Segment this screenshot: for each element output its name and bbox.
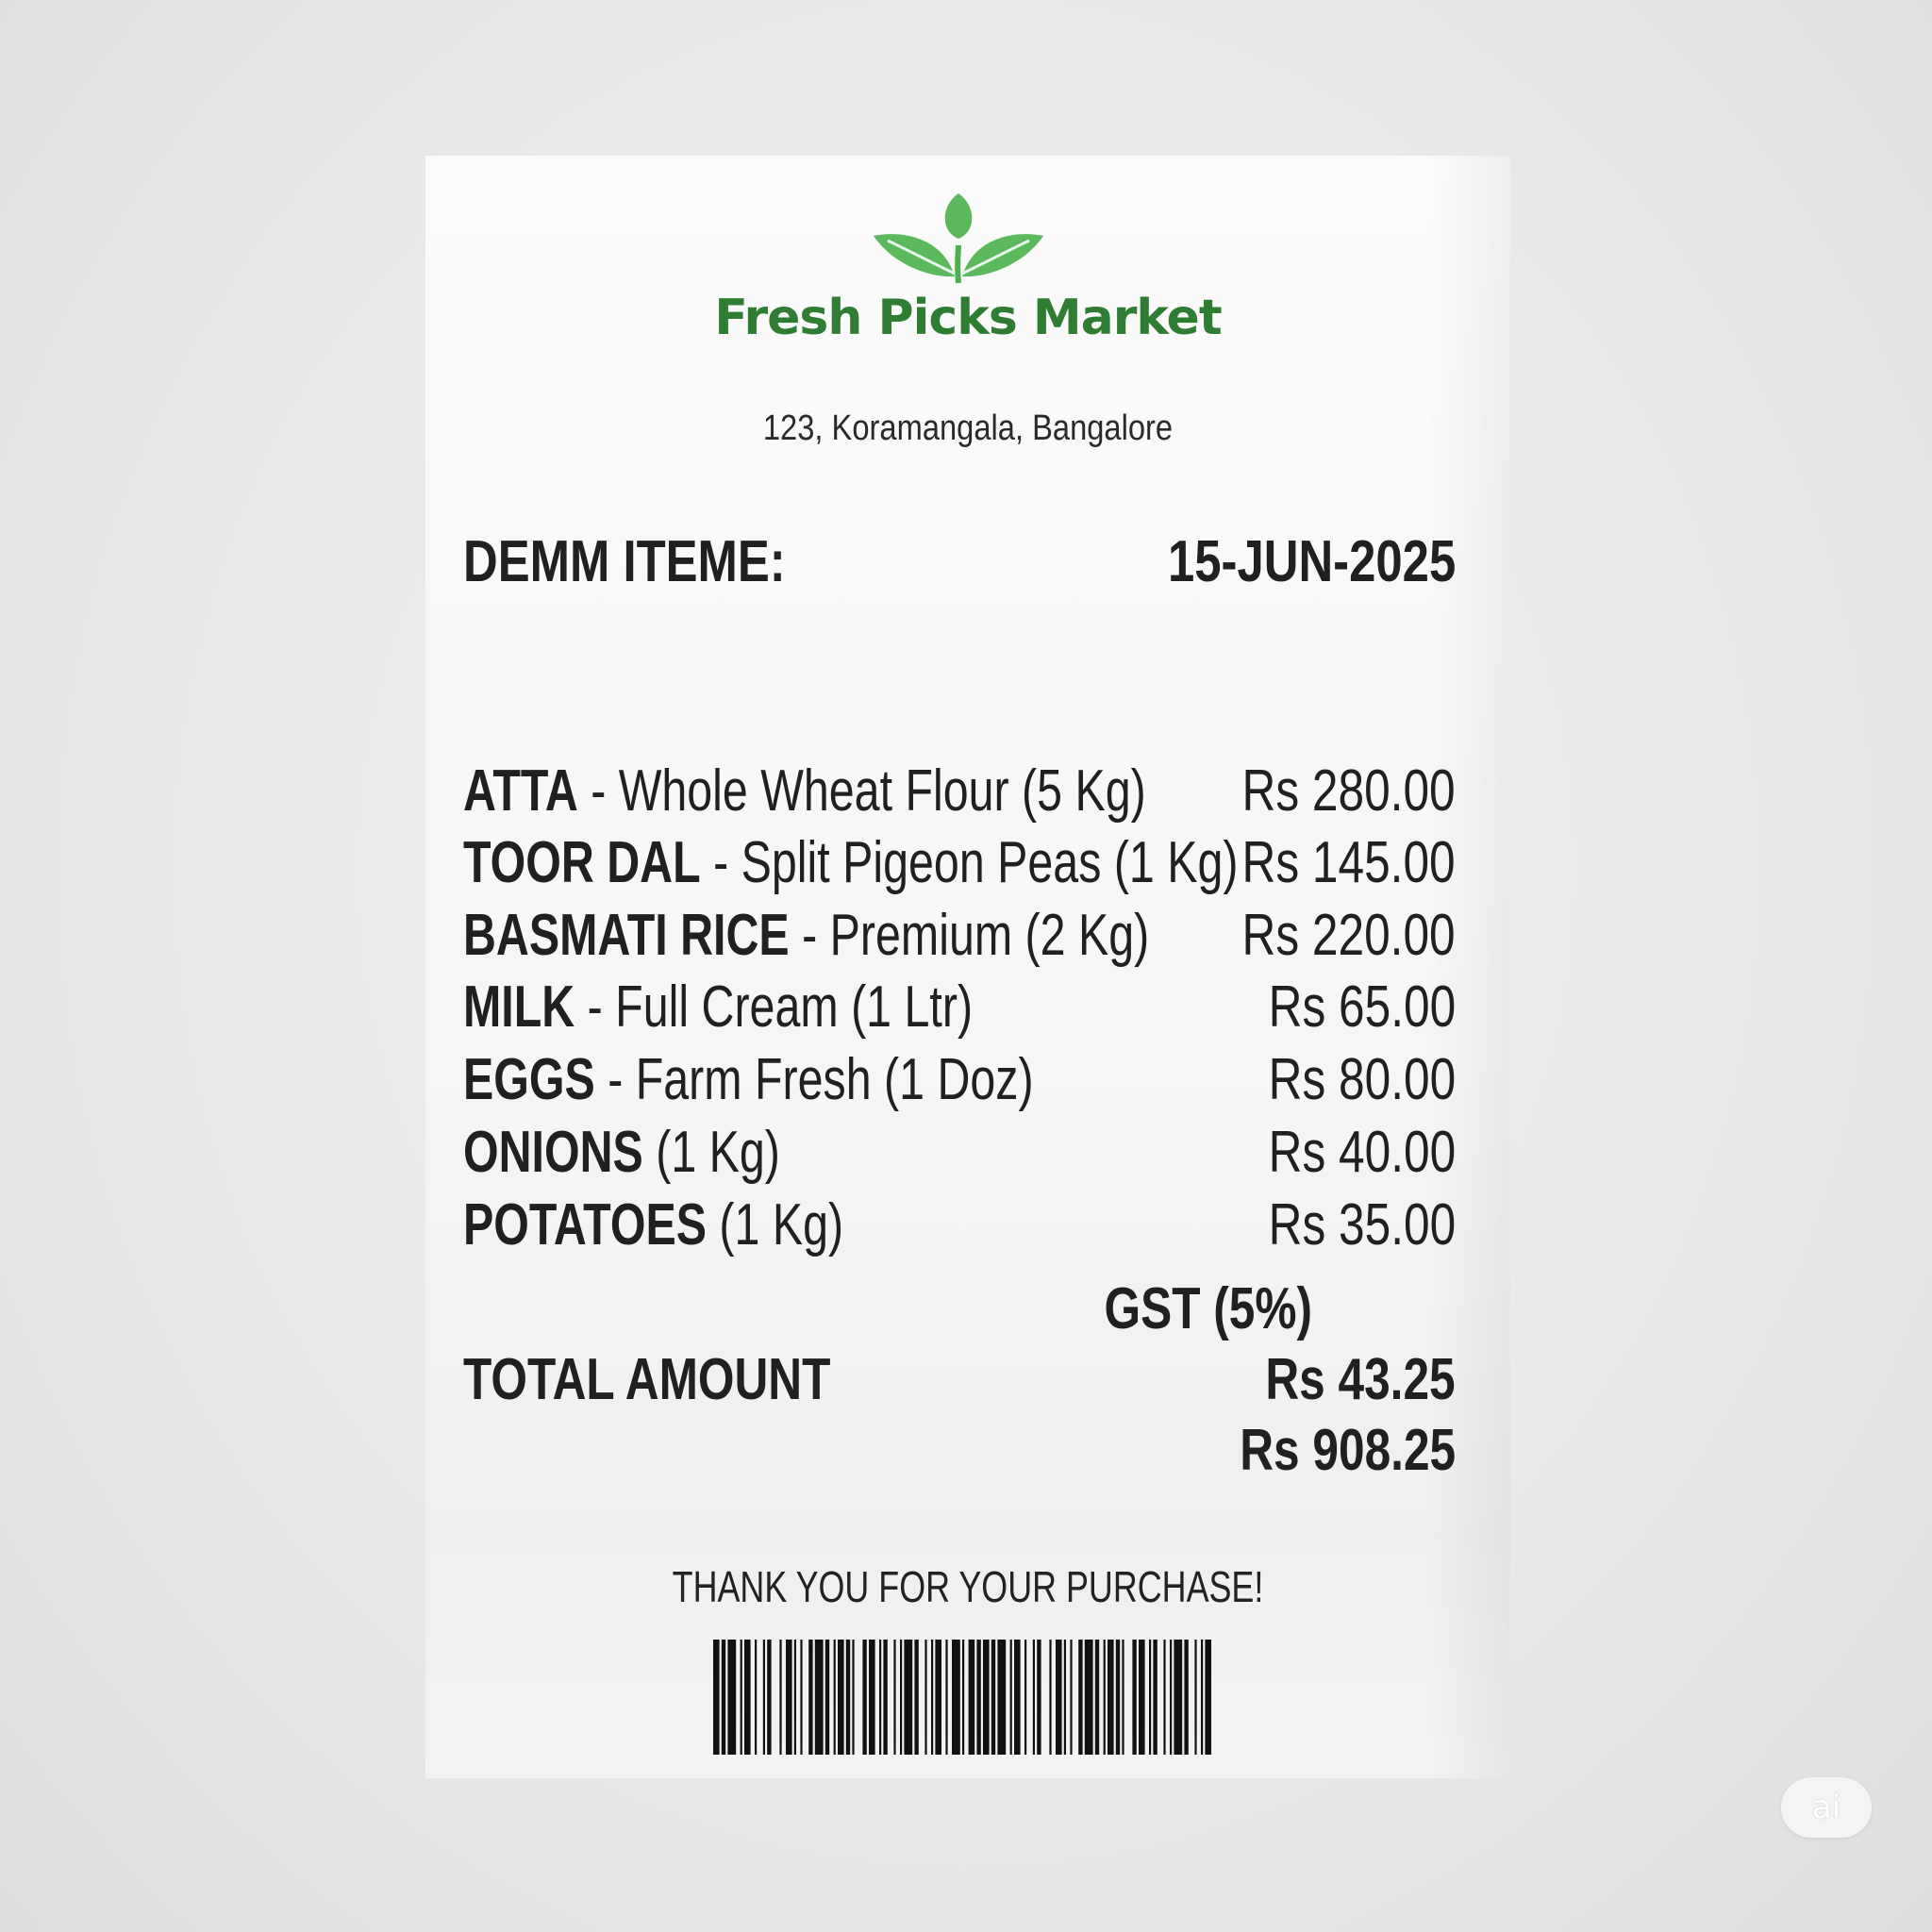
item-name: ATTA [463,758,578,824]
ai-badge: ai [1781,1777,1872,1838]
item-price: Rs 65.00 [1268,974,1456,1040]
store-name: Fresh Picks Market [714,290,1222,346]
item-name: EGGS [463,1047,595,1112]
list-item: POTATOES (1 Kg) Rs 35.00 [463,1191,1456,1263]
item-name: MILK [463,974,575,1040]
list-item: MILK - Full Cream (1 Ltr) Rs 65.00 [463,974,1456,1045]
total-amount-label: TOTAL AMOUNT [463,1347,831,1412]
item-price: Rs 80.00 [1268,1047,1456,1112]
barcode-icon [713,1640,1211,1755]
item-price: Rs 220.00 [1241,903,1456,968]
item-price: Rs 35.00 [1268,1192,1456,1257]
item-description: - Farm Fresh (1 Doz) [594,1047,1034,1112]
item-description: (1 Kg) [706,1192,844,1257]
store-address: 123, Koramangala, Bangalore [762,408,1174,448]
list-item: BASMATI RICE - Premium (2 Kg) Rs 220.00 [463,902,1456,974]
list-item: ONIONS (1 Kg) Rs 40.00 [463,1119,1456,1191]
gst-label: GST (5%) [1104,1276,1312,1341]
list-item: TOOR DAL - Split Pigeon Peas (1 Kg) Rs 1… [463,829,1456,901]
list-item: EGGS - Farm Fresh (1 Doz) Rs 80.00 [463,1046,1456,1118]
item-description: (1 Kg) [642,1120,780,1185]
item-price: Rs 145.00 [1241,830,1456,895]
item-name: BASMATI RICE [463,903,790,968]
total-amount: Rs 908.25 [1240,1418,1456,1483]
item-description: - Whole Wheat Flour (5 Kg) [577,758,1146,824]
receipt-date: 15-JUN-2025 [1167,529,1456,594]
receipt-header: DEMM ITEME: 15-JUN-2025 [463,528,1456,594]
item-name: TOOR DAL [463,830,701,895]
item-description: - Split Pigeon Peas (1 Kg) [700,830,1239,895]
item-name: POTATOES [463,1192,707,1257]
thank-you-message: THANK YOU FOR YOUR PURCHASE! [672,1562,1264,1611]
item-price: Rs 280.00 [1241,758,1456,824]
receipt: Fresh Picks Market 123, Koramangala, Ban… [425,156,1510,1778]
gst-amount: Rs 43.25 [1265,1347,1456,1412]
item-description: - Premium (2 Kg) [789,903,1150,968]
item-name: ONIONS [463,1120,643,1185]
item-price: Rs 40.00 [1268,1120,1456,1185]
item-description: - Full Cream (1 Ltr) [575,974,974,1040]
list-item: ATTA - Whole Wheat Flour (5 Kg) Rs 280.0… [463,758,1456,829]
leaf-sprout-icon [874,193,1043,284]
items-label: DEMM ITEME: [463,529,786,594]
